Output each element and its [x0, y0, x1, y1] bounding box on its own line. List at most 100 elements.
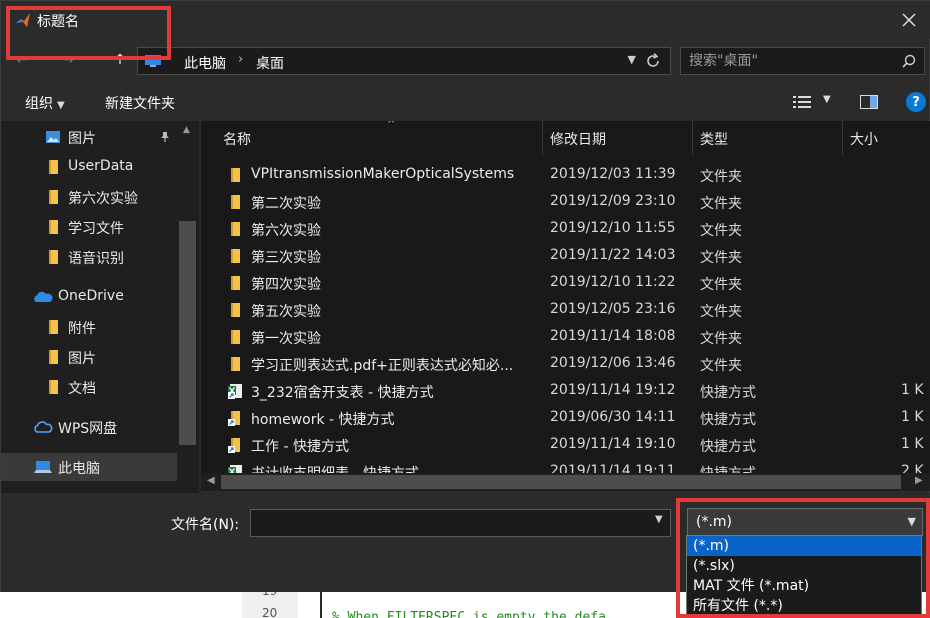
file-type-option-all[interactable]: 所有文件 (*.*)	[687, 596, 921, 616]
file-row[interactable]: 第二次实验 2019/12/09 23:10 文件夹	[201, 189, 930, 216]
search-input[interactable]	[689, 52, 889, 70]
sidebar-item-lab6[interactable]: 第六次实验	[1, 183, 177, 211]
file-modified: 2019/12/09 23:10	[550, 193, 676, 209]
file-modified: 2019/11/14 19:12	[550, 382, 676, 398]
sidebar-item-onedrive[interactable]: OneDrive	[1, 283, 177, 311]
up-button[interactable]: ↑	[109, 49, 131, 71]
sidebar-item-label: 学习文件	[68, 221, 124, 237]
file-name: VPItransmissionMakerOpticalSystems	[251, 166, 515, 182]
close-button[interactable]	[887, 1, 930, 39]
file-modified: 2019/11/14 19:10	[550, 436, 676, 452]
organize-button[interactable]: 组织 ▼	[25, 93, 65, 113]
title-bar: 标题名	[1, 1, 930, 39]
refresh-icon[interactable]	[644, 52, 662, 70]
filename-history-dropdown-icon[interactable]: ▼	[655, 514, 663, 525]
sidebar-scrollbar[interactable]: ▲	[178, 121, 197, 493]
file-type: 快捷方式	[700, 412, 756, 428]
file-type: 文件夹	[700, 196, 742, 212]
file-type: 文件夹	[700, 304, 742, 320]
file-type-select[interactable]: (*.m) ▼	[687, 508, 923, 536]
sidebar-item-documents[interactable]: 文档	[1, 373, 177, 401]
sidebar-item-wps-drive[interactable]: WPS网盘	[1, 413, 177, 441]
file-type-option-slx[interactable]: (*.slx)	[687, 556, 921, 576]
file-name: 第五次实验	[251, 304, 321, 320]
file-row[interactable]: 第五次实验 2019/12/05 23:16 文件夹	[201, 297, 930, 324]
file-type: 文件夹	[700, 331, 742, 347]
breadcrumb-desktop[interactable]: 桌面	[256, 53, 284, 73]
folder-icon	[49, 250, 58, 264]
column-header-size[interactable]: 大小	[842, 121, 930, 155]
cloud-icon	[34, 421, 53, 433]
filename-input[interactable]	[250, 509, 671, 537]
scroll-up-icon[interactable]: ▲	[183, 125, 190, 135]
column-header-type[interactable]: 类型	[692, 121, 842, 155]
file-modified: 2019/12/05 23:16	[550, 301, 676, 317]
view-details-icon[interactable]	[793, 95, 811, 109]
file-modified: 2019/11/22 14:03	[550, 247, 676, 263]
column-header-name[interactable]: ^ 名称	[215, 121, 543, 155]
file-type-option-mat[interactable]: MAT 文件 (*.mat)	[687, 576, 921, 596]
view-dropdown-icon[interactable]: ▼	[823, 94, 831, 105]
file-row[interactable]: 3_232宿舍开支表 - 快捷方式 2019/11/14 19:12 快捷方式 1 K	[201, 378, 930, 405]
address-bar[interactable]: 此电脑 › 桌面 ▼	[137, 47, 671, 75]
search-icon[interactable]	[902, 54, 916, 68]
excel-shortcut-icon	[228, 465, 242, 473]
sidebar-item-userdata[interactable]: UserData	[1, 153, 177, 181]
file-modified: 2019/06/30 14:11	[550, 409, 676, 425]
file-row[interactable]: homework - 快捷方式 2019/06/30 14:11 快捷方式 1 K	[201, 405, 930, 432]
new-folder-button[interactable]: 新建文件夹	[105, 93, 175, 113]
folder-icon	[49, 190, 58, 204]
horizontal-scrollbar[interactable]: ◀ ▶	[201, 473, 930, 491]
file-row[interactable]: 第一次实验 2019/11/14 18:08 文件夹	[201, 324, 930, 351]
file-size: 2 K	[901, 463, 924, 473]
scroll-left-icon[interactable]: ◀	[207, 475, 215, 486]
file-type-option-m[interactable]: (*.m)	[687, 536, 921, 556]
sidebar-item-this-pc[interactable]: 此电脑	[1, 453, 177, 481]
file-row[interactable]: 第四次实验 2019/12/10 11:22 文件夹	[201, 270, 930, 297]
file-row[interactable]: 工作 - 快捷方式 2019/11/14 19:10 快捷方式 1 K	[201, 432, 930, 459]
search-box	[680, 47, 925, 75]
file-row[interactable]: 学习正则表达式.pdf+正则表达式必知必... 2019/12/06 13:46 文…	[201, 351, 930, 378]
file-name: 第六次实验	[251, 223, 321, 239]
forward-button[interactable]: →	[57, 49, 79, 71]
arrow-right-icon: →	[62, 52, 74, 68]
sidebar-item-label: 附件	[68, 321, 96, 337]
breadcrumb-this-pc[interactable]: 此电脑	[184, 53, 226, 73]
chevron-down-icon[interactable]: ▼	[628, 53, 636, 66]
file-row[interactable]: 第六次实验 2019/12/10 11:55 文件夹	[201, 216, 930, 243]
sidebar-item-label: OneDrive	[58, 288, 124, 304]
sidebar-item-label: 文档	[68, 381, 96, 397]
folder-icon	[231, 330, 240, 344]
sidebar-item-speech-recognition[interactable]: 语音识别	[1, 243, 177, 271]
file-name: 第一次实验	[251, 331, 321, 347]
file-size: 1 K	[901, 436, 924, 452]
scrollbar-thumb[interactable]	[221, 475, 901, 489]
sidebar-item-attachments[interactable]: 附件	[1, 313, 177, 341]
pictures-icon	[46, 131, 60, 143]
scrollbar-thumb[interactable]	[179, 221, 196, 445]
filename-label: 文件名(N):	[171, 517, 240, 533]
computer-icon	[34, 461, 52, 473]
preview-pane-icon[interactable]	[860, 95, 878, 109]
file-row[interactable]: 第三次实验 2019/11/22 14:03 文件夹	[201, 243, 930, 270]
file-type: 文件夹	[700, 223, 742, 239]
file-type: 文件夹	[700, 358, 742, 374]
sidebar-item-onedrive-pictures[interactable]: 图片	[1, 343, 177, 371]
caret-down-icon: ▼	[57, 100, 65, 111]
column-header-modified[interactable]: 修改日期	[542, 121, 692, 155]
close-icon	[902, 13, 916, 27]
sidebar-item-study-files[interactable]: 学习文件	[1, 213, 177, 241]
sidebar-item-label: 图片	[68, 351, 96, 367]
file-modified: 2019/11/14 19:11	[550, 463, 676, 473]
organize-label: 组织	[25, 96, 53, 112]
line-number: 19	[262, 592, 277, 598]
help-icon[interactable]: ?	[906, 92, 926, 112]
scroll-right-icon[interactable]: ▶	[915, 475, 923, 486]
excel-shortcut-icon	[228, 384, 242, 399]
file-row[interactable]: 书计收支明细表 - 快捷方式 2019/11/14 19:11 快捷方式 2 K	[201, 459, 930, 473]
file-row[interactable]: VPItransmissionMakerOpticalSystems 2019/1…	[201, 162, 930, 189]
file-name: 学习正则表达式.pdf+正则表达式必知必...	[251, 358, 514, 374]
sidebar-item-pictures-quick[interactable]: 图片	[1, 123, 177, 151]
back-button[interactable]: ←	[11, 49, 33, 71]
sidebar-item-label: UserData	[68, 158, 134, 174]
